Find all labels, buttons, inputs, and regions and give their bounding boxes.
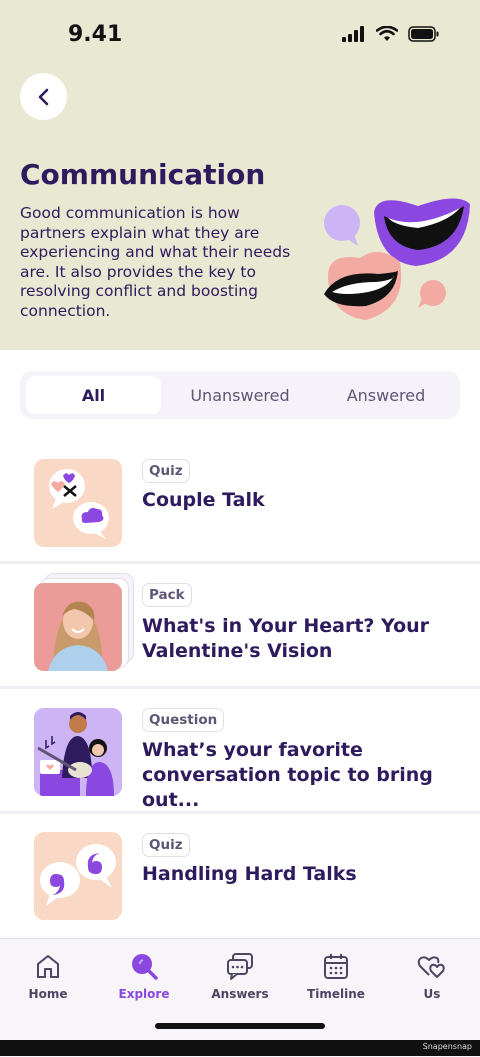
item-type-badge: Question <box>142 708 225 732</box>
item-title: Handling Hard Talks <box>142 863 357 885</box>
signal-icon <box>342 26 364 42</box>
tab-all[interactable]: All <box>26 376 161 414</box>
filter-tabs: All Unanswered Answered <box>20 371 460 419</box>
item-type-badge: Quiz <box>142 833 190 857</box>
nav-explore[interactable]: Explore <box>96 939 192 1009</box>
tab-answered[interactable]: Answered <box>316 376 456 414</box>
item-type-badge: Quiz <box>142 459 190 483</box>
quote-bubbles-icon <box>40 844 116 906</box>
list-item[interactable]: Quiz Couple Talk <box>0 440 480 564</box>
explore-icon <box>132 954 158 980</box>
nav-label: Answers <box>211 987 269 1001</box>
list-item[interactable]: Question What’s your favorite conversati… <box>0 689 480 813</box>
back-button[interactable] <box>20 73 67 120</box>
home-indicator[interactable] <box>155 1023 325 1029</box>
chat-hearts-icon <box>49 469 109 539</box>
answers-icon <box>227 953 253 980</box>
tab-unanswered[interactable]: Unanswered <box>170 376 310 414</box>
item-title: What’s your favorite conversation topic … <box>142 739 433 811</box>
person-photo <box>34 583 122 671</box>
item-title: Couple Talk <box>142 489 265 511</box>
list-item[interactable]: Quiz Handling Hard Talks <box>0 814 480 938</box>
nav-label: Timeline <box>307 987 365 1001</box>
calendar-icon <box>324 954 348 979</box>
battery-icon <box>408 26 439 42</box>
item-title: What's in Your Heart? Your Valentine's V… <box>142 615 430 662</box>
nav-label: Explore <box>118 987 170 1001</box>
page-title: Communication <box>20 158 266 191</box>
home-icon <box>37 955 59 978</box>
status-icons <box>342 26 440 42</box>
status-time: 9.41 <box>68 22 123 47</box>
nav-answers[interactable]: Answers <box>192 939 288 1009</box>
couple-illustration <box>34 708 122 796</box>
watermark: Snapensnap <box>422 1042 472 1051</box>
hearts-icon <box>417 956 445 978</box>
nav-home[interactable]: Home <box>0 939 96 1009</box>
nav-label: Home <box>28 987 68 1001</box>
chevron-left-icon <box>38 88 48 105</box>
page-description: Good communication is how partners expla… <box>20 204 291 320</box>
item-thumbnail <box>34 832 122 920</box>
nav-us[interactable]: Us <box>384 939 480 1009</box>
item-thumbnail <box>34 708 122 796</box>
list-item[interactable]: Pack What's in Your Heart? Your Valentin… <box>0 564 480 688</box>
mouths-illustration <box>324 198 470 320</box>
wifi-icon <box>376 26 398 41</box>
item-thumbnail <box>34 583 122 671</box>
bottom-strip <box>0 1040 480 1056</box>
nav-label: Us <box>423 987 441 1001</box>
item-type-badge: Pack <box>142 583 192 607</box>
nav-timeline[interactable]: Timeline <box>288 939 384 1009</box>
item-thumbnail <box>34 459 122 547</box>
